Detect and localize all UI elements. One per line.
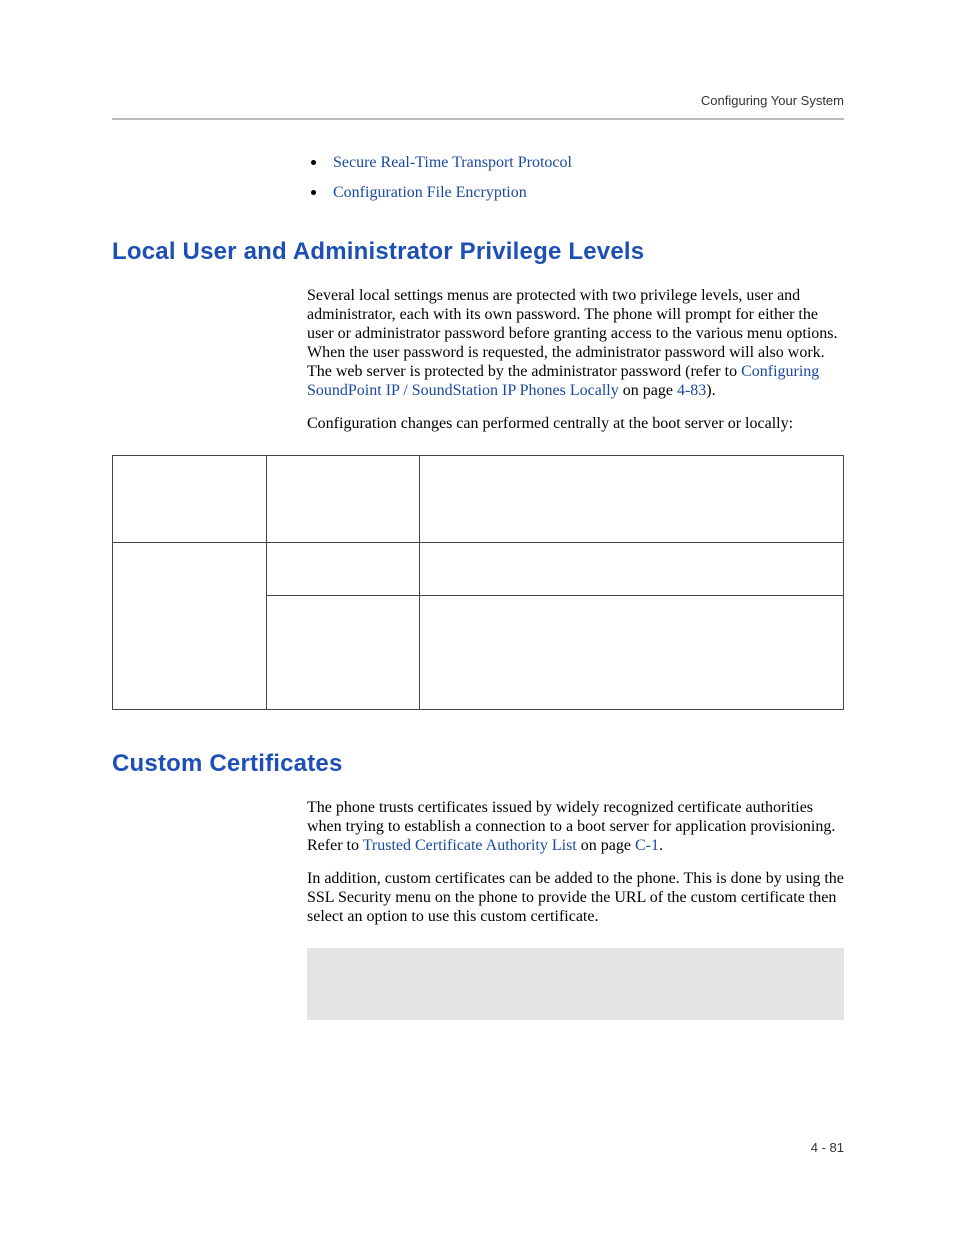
running-header: Configuring Your System bbox=[701, 93, 844, 108]
bullet-icon bbox=[311, 160, 316, 165]
link-trusted-ca-list[interactable]: Trusted Certificate Authority List bbox=[363, 837, 577, 854]
table-cell bbox=[420, 596, 844, 710]
link-page-ref[interactable]: C-1 bbox=[635, 837, 659, 854]
intro-bullet-list: Secure Real-Time Transport Protocol Conf… bbox=[307, 148, 844, 208]
body-text: The phone trusts certificates issued by … bbox=[307, 798, 844, 855]
link-config-encryption[interactable]: Configuration File Encryption bbox=[333, 184, 527, 201]
list-item: Secure Real-Time Transport Protocol bbox=[307, 148, 844, 178]
table-row bbox=[113, 543, 844, 596]
config-table bbox=[112, 455, 844, 710]
table-cell bbox=[113, 456, 267, 543]
note-placeholder bbox=[307, 948, 844, 1020]
body-text: Configuration changes can performed cent… bbox=[307, 414, 844, 433]
heading-privilege-levels: Local User and Administrator Privilege L… bbox=[112, 238, 844, 266]
text-run: . bbox=[659, 837, 663, 854]
link-page-ref[interactable]: 4-83 bbox=[677, 382, 706, 399]
privilege-text-block: Several local settings menus are protect… bbox=[307, 286, 844, 433]
text-run: on page bbox=[619, 382, 677, 399]
certificates-text-block: The phone trusts certificates issued by … bbox=[307, 798, 844, 1020]
table-cell bbox=[420, 456, 844, 543]
table-cell bbox=[420, 543, 844, 596]
list-item: Configuration File Encryption bbox=[307, 178, 844, 208]
intro-bullets-block: Secure Real-Time Transport Protocol Conf… bbox=[307, 148, 844, 208]
bullet-icon bbox=[311, 190, 316, 195]
text-run: on page bbox=[577, 837, 635, 854]
text-run: ). bbox=[706, 382, 715, 399]
document-page: Configuring Your System Secure Real-Time… bbox=[0, 0, 954, 1235]
table-row bbox=[113, 456, 844, 543]
heading-custom-certificates: Custom Certificates bbox=[112, 750, 844, 778]
table-cell bbox=[266, 543, 420, 596]
table-cell bbox=[113, 543, 267, 710]
body-text: Several local settings menus are protect… bbox=[307, 286, 844, 400]
header-rule bbox=[112, 118, 844, 120]
page-number: 4 - 81 bbox=[811, 1140, 844, 1155]
link-srtp[interactable]: Secure Real-Time Transport Protocol bbox=[333, 154, 572, 171]
table-cell bbox=[266, 456, 420, 543]
table-cell bbox=[266, 596, 420, 710]
page-content: Secure Real-Time Transport Protocol Conf… bbox=[112, 148, 844, 1020]
body-text: In addition, custom certificates can be … bbox=[307, 869, 844, 926]
